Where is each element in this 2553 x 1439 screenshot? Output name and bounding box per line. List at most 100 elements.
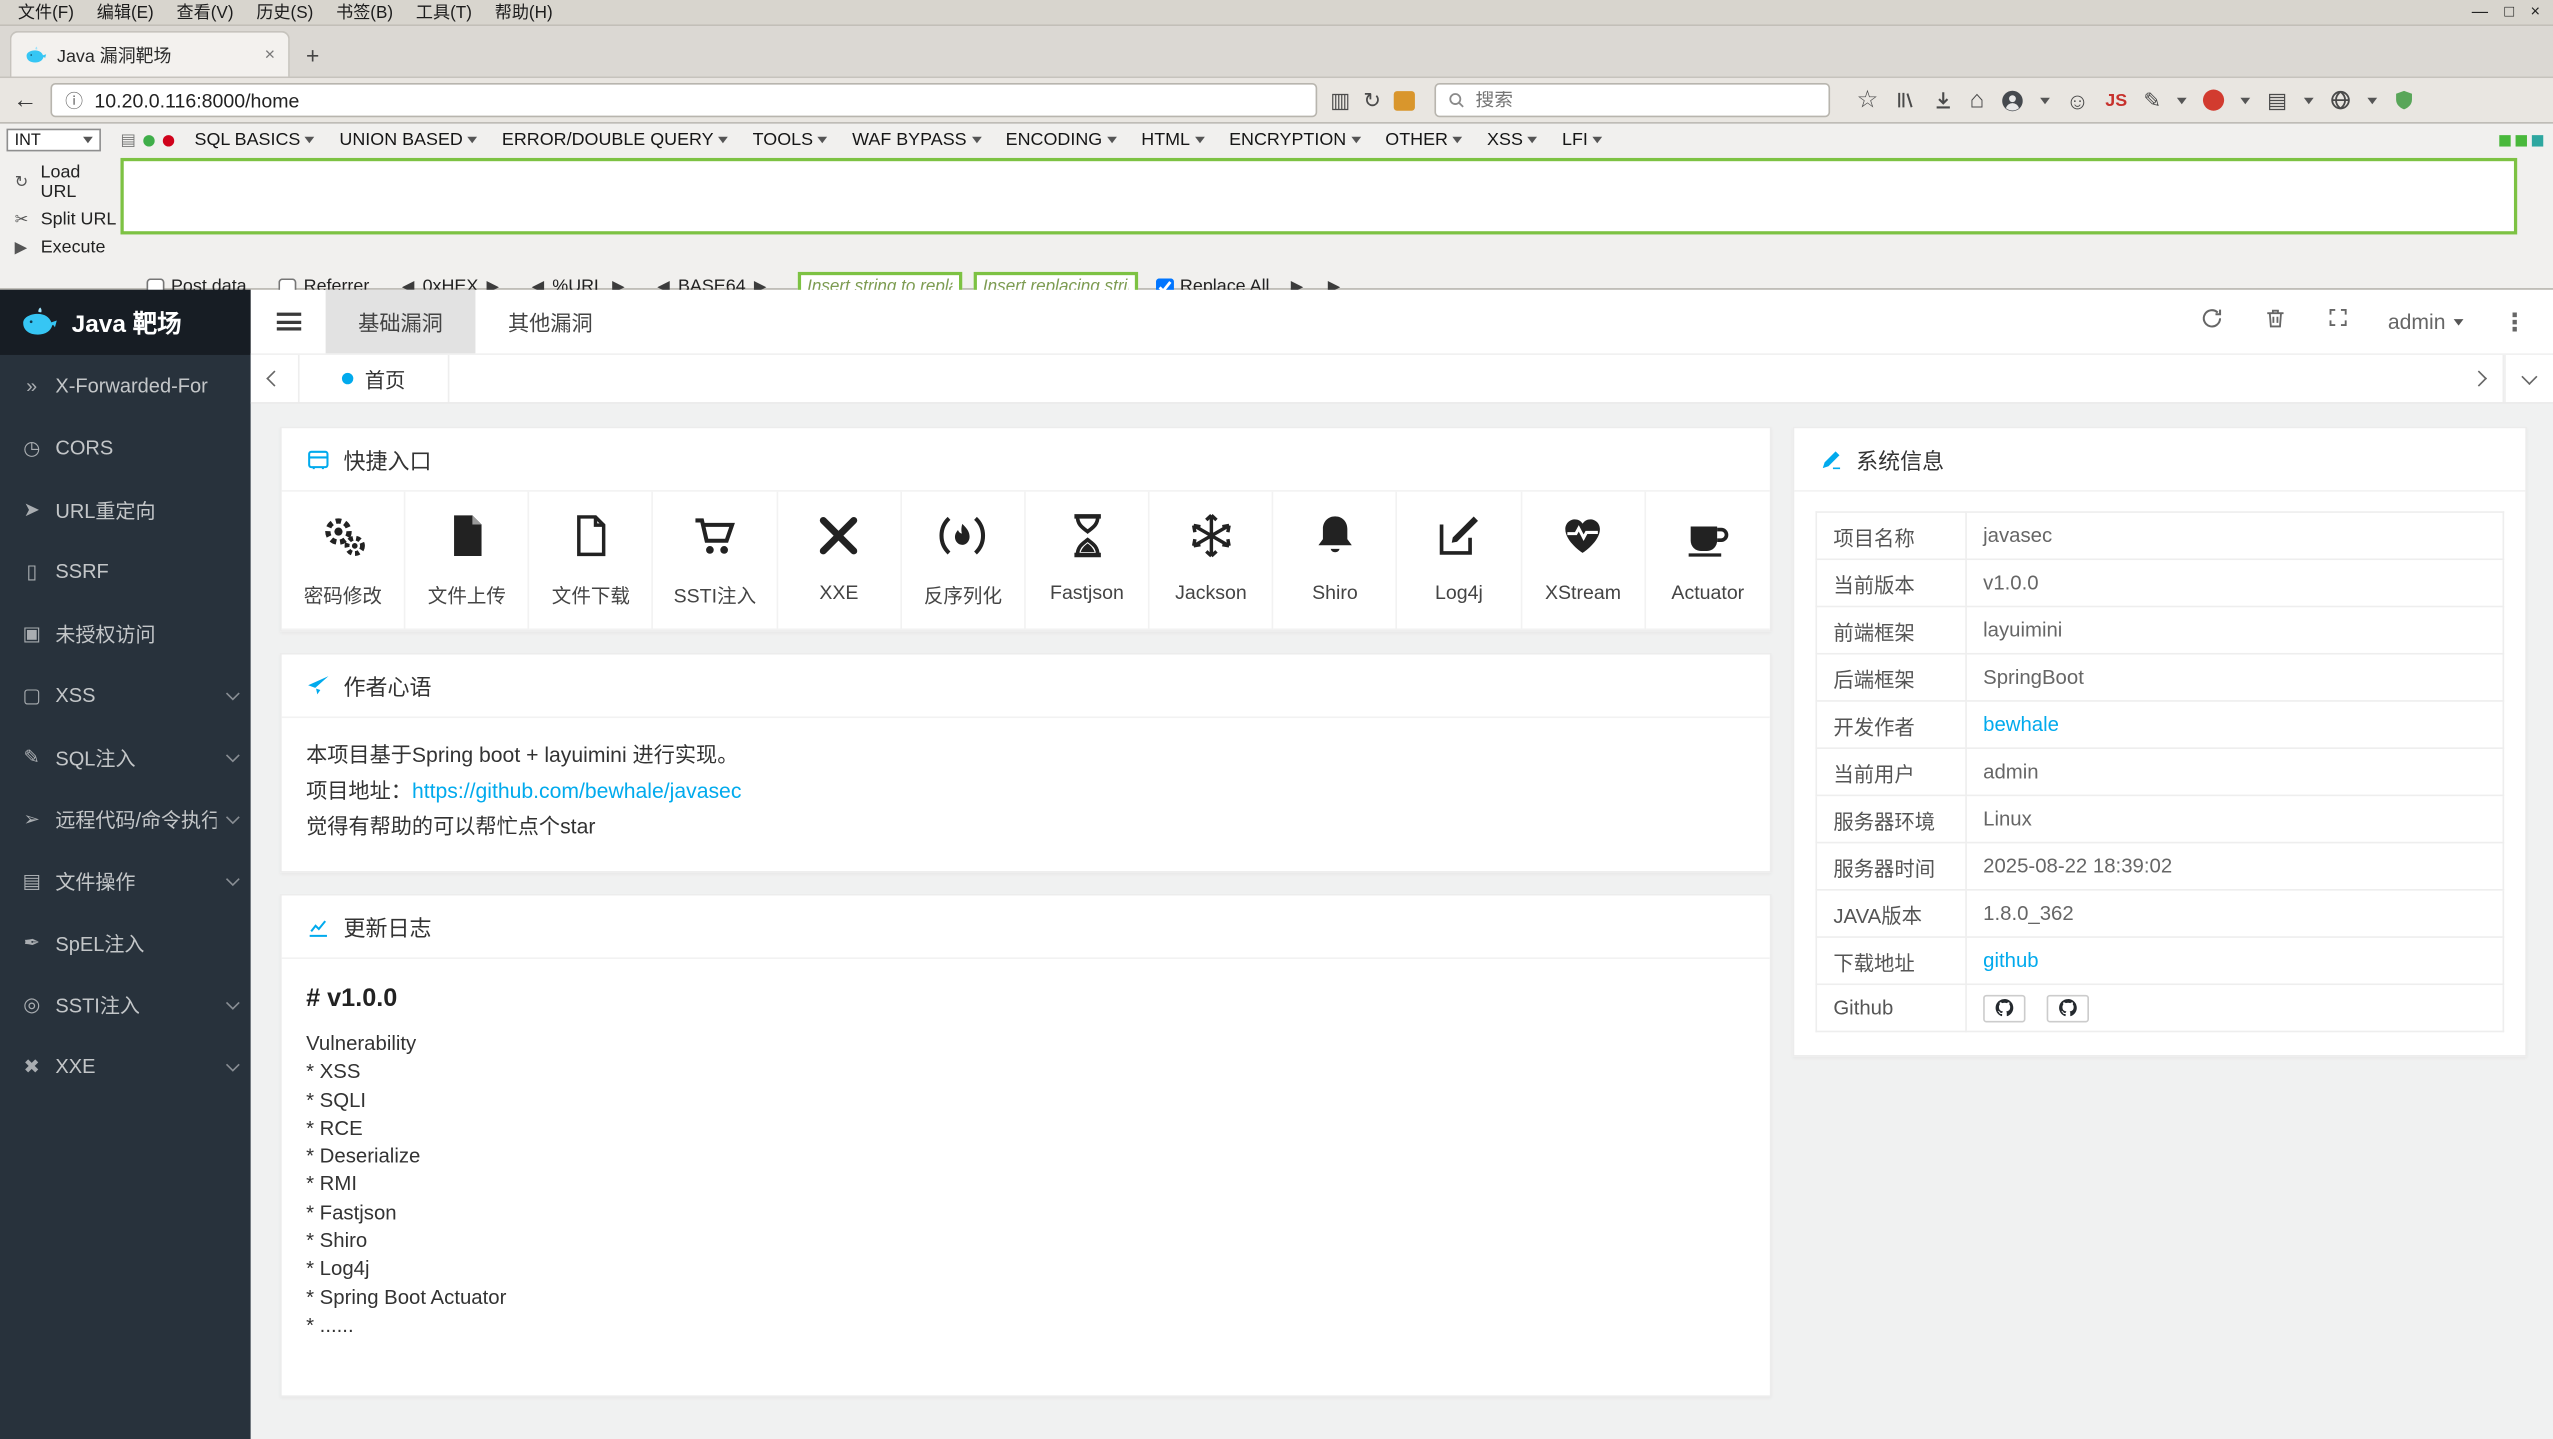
status-dot-red-icon <box>163 134 175 146</box>
edit-caret-icon[interactable] <box>2177 96 2188 104</box>
quick-item-xstream[interactable]: XStream <box>1521 491 1646 631</box>
browser-tab[interactable]: Java 漏洞靶场 × <box>9 30 290 77</box>
execute-button[interactable]: ▶ Execute <box>15 238 121 258</box>
load-url-button[interactable]: ↻ Load URL <box>15 163 121 202</box>
pages-extension-icon[interactable]: ▤ <box>2267 90 2287 111</box>
hackbar-profile-select[interactable]: INT <box>6 128 101 152</box>
quick-item-deserialize[interactable]: 反序列化 <box>901 491 1026 631</box>
refresh-icon[interactable] <box>2199 305 2223 338</box>
sidebar-item-xxe[interactable]: ✖ XXE <box>0 1036 251 1098</box>
hackbar-menu-tools[interactable]: TOOLS <box>753 130 828 150</box>
minimize-button[interactable]: — <box>2472 3 2488 21</box>
account-caret-icon[interactable] <box>2039 96 2050 104</box>
quick-item-password[interactable]: 密码修改 <box>281 491 406 631</box>
new-tab-button[interactable]: + <box>290 34 336 76</box>
hackbar-menu-error-double-query[interactable]: ERROR/DOUBLE QUERY <box>502 130 729 150</box>
menu-bookmarks[interactable]: 书签(B) <box>325 0 405 24</box>
menu-edit[interactable]: 编辑(E) <box>85 0 165 24</box>
pages-caret-icon[interactable] <box>2303 96 2314 104</box>
search-box[interactable] <box>1434 83 1831 118</box>
reader-mode-icon[interactable]: ▥ <box>1330 90 1350 111</box>
back-icon[interactable]: ← <box>13 88 37 112</box>
adblock-icon[interactable] <box>2203 89 2225 111</box>
hackbar-menu-union-based[interactable]: UNION BASED <box>339 130 478 150</box>
sidebar-item-url-redirect[interactable]: ➤ URL重定向 <box>0 479 251 541</box>
translate-caret-icon[interactable] <box>2366 96 2377 104</box>
download-icon[interactable] <box>1932 90 1953 111</box>
sidebar-item-file-ops[interactable]: ▤ 文件操作 <box>0 850 251 912</box>
hackbar-menu-sql-basics[interactable]: SQL BASICS <box>194 130 316 150</box>
hackbar-menu-xss[interactable]: XSS <box>1487 130 1538 150</box>
tab-other-vulns[interactable]: 其他漏洞 <box>475 290 625 353</box>
maximize-button[interactable]: □ <box>2504 3 2514 21</box>
fullscreen-icon[interactable] <box>2326 306 2349 337</box>
library-icon[interactable] <box>1895 90 1916 111</box>
card-title: 系统信息 <box>1856 449 1945 474</box>
url-bar[interactable]: ⓘ 10.20.0.116:8000/home <box>50 83 1318 118</box>
sidebar-item-xss[interactable]: ▢ XSS <box>0 664 251 726</box>
hackbar-menu-waf-bypass[interactable]: WAF BYPASS <box>852 130 982 150</box>
quick-item-file-upload[interactable]: 文件上传 <box>405 491 530 631</box>
sidebar-item-rce[interactable]: ➢ 远程代码/命令执行 <box>0 788 251 850</box>
sidebar-item-ssrf[interactable]: ▯ SSRF <box>0 541 251 603</box>
author-link[interactable]: bewhale <box>1983 713 2059 736</box>
trash-icon[interactable] <box>2263 305 2287 338</box>
menu-file[interactable]: 文件(F) <box>7 0 86 24</box>
menu-tools[interactable]: 工具(T) <box>404 0 483 24</box>
split-url-button[interactable]: ✂ Split URL <box>15 210 121 230</box>
hackbar-textarea[interactable] <box>120 157 2518 235</box>
home-icon[interactable]: ⌂ <box>1970 88 1985 112</box>
quick-item-log4j[interactable]: Log4j <box>1397 491 1522 631</box>
author-line-3: 觉得有帮助的可以帮忙点个star <box>306 814 596 839</box>
hamburger-menu-icon[interactable] <box>251 290 326 353</box>
translate-icon[interactable] <box>2329 90 2350 111</box>
adblock-caret-icon[interactable] <box>2241 96 2251 104</box>
shield-icon[interactable] <box>2393 90 2414 111</box>
quick-item-ssti[interactable]: SSTI注入 <box>653 491 778 631</box>
sidebar-item-ssti[interactable]: ◎ SSTI注入 <box>0 974 251 1036</box>
download-link[interactable]: github <box>1983 949 2038 972</box>
sidebar-item-cors[interactable]: ◷ CORS <box>0 417 251 479</box>
tab-home[interactable]: 首页 <box>300 354 450 403</box>
search-input[interactable] <box>1475 90 1818 110</box>
bookmark-star-icon[interactable]: ☆ <box>1856 88 1878 112</box>
quick-item-actuator[interactable]: Actuator <box>1645 492 1770 631</box>
more-options-icon[interactable]: ⋮ <box>2503 307 2527 337</box>
tab-close-icon[interactable]: × <box>265 45 275 65</box>
tabs-menu-button[interactable] <box>2504 354 2553 403</box>
edit-extension-icon[interactable]: ✎ <box>2144 90 2162 111</box>
app-logo[interactable]: Java 靶场 <box>0 289 251 355</box>
sidebar-item-sql-injection[interactable]: ✎ SQL注入 <box>0 726 251 788</box>
reload-icon[interactable]: ↻ <box>1363 90 1381 111</box>
menu-view[interactable]: 查看(V) <box>165 0 245 24</box>
emoji-extension-icon[interactable]: ☺ <box>2066 89 2089 112</box>
github-button[interactable] <box>2047 994 2090 1022</box>
hackbar-save-icon[interactable]: ▤ <box>120 131 135 149</box>
tabs-scroll-right-button[interactable] <box>2455 354 2505 403</box>
quick-item-xxe[interactable]: XXE <box>777 491 902 631</box>
user-menu[interactable]: admin <box>2388 309 2464 334</box>
hackbar-menu-other[interactable]: OTHER <box>1385 130 1463 150</box>
quick-item-fastjson[interactable]: Fastjson <box>1025 491 1150 631</box>
github-button[interactable] <box>1983 994 2026 1022</box>
project-link[interactable]: https://github.com/bewhale/javasec <box>412 778 741 802</box>
account-icon[interactable] <box>2001 89 2024 112</box>
hackbar-menu-lfi[interactable]: LFI <box>1562 130 1603 150</box>
container-icon[interactable] <box>1394 90 1416 110</box>
quick-item-shiro[interactable]: Shiro <box>1273 491 1398 631</box>
sidebar-item-unauthorized[interactable]: ▣ 未授权访问 <box>0 602 251 664</box>
menu-history[interactable]: 历史(S) <box>245 0 325 24</box>
quick-item-jackson[interactable]: Jackson <box>1149 491 1274 631</box>
sidebar-item-x-forwarded-for[interactable]: » X-Forwarded-For <box>0 355 251 417</box>
tabs-scroll-left-button[interactable] <box>251 354 300 403</box>
hackbar-menu-encoding[interactable]: ENCODING <box>1006 130 1117 150</box>
close-button[interactable]: × <box>2530 3 2540 21</box>
quick-item-file-download[interactable]: 文件下载 <box>529 491 654 631</box>
hackbar-menu-encryption[interactable]: ENCRYPTION <box>1229 130 1361 150</box>
menu-help[interactable]: 帮助(H) <box>483 0 564 24</box>
js-extension-icon[interactable]: JS <box>2105 90 2127 110</box>
tab-basic-vulns[interactable]: 基础漏洞 <box>325 289 476 354</box>
info-icon[interactable]: ⓘ <box>65 87 83 113</box>
hackbar-menu-html[interactable]: HTML <box>1141 130 1205 150</box>
sidebar-item-spel[interactable]: ✒ SpEL注入 <box>0 912 251 974</box>
